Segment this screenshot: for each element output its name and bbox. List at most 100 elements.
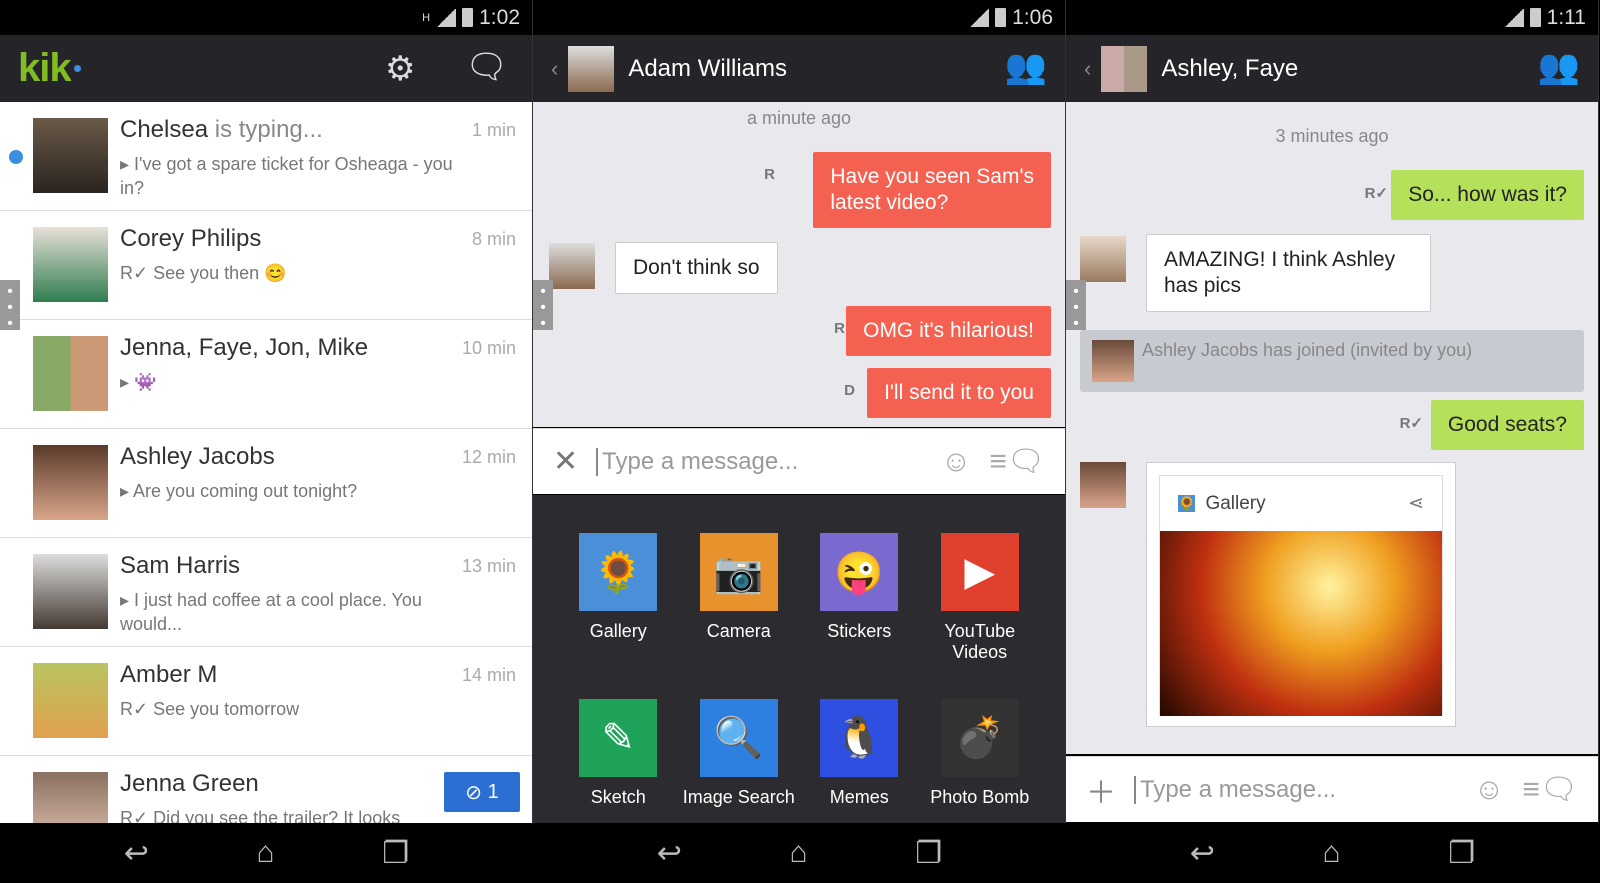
list-item[interactable]: Ashley Jacobs 12 min ▸ Are you coming out … (0, 429, 532, 538)
preview: I just had coffee at a cool place. You w… (120, 590, 422, 634)
time: 12 min (461, 447, 516, 467)
timestamp: 3 minutes ago (1275, 126, 1389, 146)
app-gallery[interactable]: 🌻 Gallery (558, 533, 679, 679)
message-bubble-incoming: AMAZING! I think Ashley has pics (1146, 234, 1431, 312)
message-input[interactable]: Type a message... (596, 447, 923, 476)
read-receipt-icon: R✓ (1399, 415, 1423, 432)
avatar (1080, 236, 1126, 282)
avatar (33, 445, 108, 520)
avatar (33, 118, 108, 193)
list-item[interactable]: Sam Harris 13 min ▸ I just had coffee at a… (0, 538, 532, 647)
back-chevron-icon[interactable]: ‹ (1084, 56, 1091, 82)
recents-icon[interactable]: ❐ (382, 836, 409, 871)
list-item[interactable]: Chelsea is typing... 1 min ▸ I've got a sp… (0, 102, 532, 211)
magnifier-icon: 🔍 (699, 698, 778, 777)
preview: See you tomorrow (153, 699, 300, 719)
message-bubble-outgoing: So... how was it? (1391, 170, 1584, 220)
list-item[interactable]: Corey Philips 8 min R✓ See you then 😊 (0, 211, 532, 320)
sunflower-icon: 🌻 (1178, 495, 1196, 512)
camera-icon: 📷 (699, 533, 778, 611)
chat-screen-adam: 1:06 ‹ Adam Williams 👥 a minute ago R Ha… (533, 0, 1066, 823)
logo-dot (73, 65, 81, 72)
chat-header: ‹ Ashley, Faye 👥 (1066, 35, 1598, 102)
pencil-icon: ✎ (579, 698, 658, 777)
gear-icon[interactable]: ⚙ (385, 49, 415, 89)
message-bubble-incoming: Don't think so (615, 242, 778, 294)
unread-badge[interactable]: ⊘ 1 (444, 772, 520, 812)
sticker-preview: 👾 (134, 372, 157, 392)
signal-icon (969, 8, 990, 27)
time: 10 min (461, 338, 516, 358)
read-receipt-icon: R (834, 320, 845, 337)
back-icon[interactable]: ↩ (657, 836, 682, 871)
media-tray-icon[interactable]: ≡🗨 (989, 444, 1045, 479)
app-image-search[interactable]: 🔍 Image Search (679, 698, 800, 824)
emoji-icon[interactable]: ☺ (1474, 773, 1505, 807)
drawer-handle[interactable]: • • • (0, 280, 20, 332)
drawer-handle[interactable]: • • • (1066, 280, 1086, 332)
preview: Are you coming out tonight? (133, 481, 358, 501)
network-type: H (422, 11, 431, 24)
contacts-icon[interactable]: 👥 (1538, 47, 1580, 87)
battery-icon (462, 8, 474, 27)
preview: See you then 😊 (153, 263, 287, 283)
list-item[interactable]: Jenna, Faye, Jon, Mike 10 min ▸ 👾 (0, 320, 532, 429)
message-input[interactable]: Type a message... (1134, 775, 1456, 804)
unread-dot (9, 150, 23, 164)
home-icon[interactable]: ⌂ (1323, 836, 1341, 870)
time: 13 min (461, 556, 516, 576)
recents-icon[interactable]: ❐ (915, 836, 942, 871)
typing-indicator: is typing... (214, 116, 323, 143)
read-receipt-icon: R (764, 166, 775, 183)
message-composer: ＋ Type a message... ☺ ≡🗨 (1066, 756, 1598, 822)
concert-photo[interactable] (1160, 531, 1442, 716)
app-sketch[interactable]: ✎ Sketch (558, 698, 679, 824)
new-chat-icon[interactable]: 🗨 (465, 47, 508, 87)
list-item[interactable]: Amber M 14 min R✓ See you tomorrow (0, 647, 532, 756)
back-chevron-icon[interactable]: ‹ (551, 56, 558, 82)
avatar (33, 663, 108, 738)
conversation-list: Chelsea is typing... 1 min ▸ I've got a sp… (0, 102, 532, 823)
media-tray-icon[interactable]: ≡🗨 (1522, 772, 1578, 807)
clock: 1:06 (1012, 5, 1053, 29)
clock: 1:02 (479, 5, 520, 29)
app-photo-bomb[interactable]: 💣 Photo Bomb (920, 698, 1041, 824)
conversation-list-screen: H 1:02 kik ⚙ 🗨 Chelsea is typing... 1 min ▸… (0, 0, 533, 823)
app-header: kik ⚙ 🗨 (0, 35, 532, 102)
time: 1 min (471, 120, 516, 140)
badge-count: 1 (487, 780, 499, 803)
share-icon[interactable]: ⋖ (1408, 492, 1424, 515)
read-receipt-icon: R✓ (1364, 185, 1388, 202)
status-bar: 1:06 (533, 0, 1065, 35)
avatar[interactable] (568, 45, 615, 92)
contact-name: Corey Philips (120, 225, 262, 252)
recents-icon[interactable]: ❐ (1448, 836, 1475, 871)
list-item[interactable]: Jenna Green ⊘ 1 R✓ Did you see the trailer… (0, 756, 532, 823)
message-area: 3 minutes ago R✓ So... how was it? AMAZI… (1066, 102, 1598, 754)
timestamp: a minute ago (746, 108, 852, 128)
group-avatar[interactable] (1101, 45, 1148, 92)
drawer-handle[interactable]: • • • (533, 280, 553, 332)
app-memes[interactable]: 🐧 Memes (799, 698, 920, 824)
status-bar: 1:11 (1066, 0, 1598, 35)
contact-name: Chelsea (120, 116, 209, 143)
message-bubble-outgoing: Have you seen Sam's latest video? (813, 152, 1051, 228)
signal-icon (1503, 8, 1524, 27)
contacts-icon[interactable]: 👥 (1005, 47, 1047, 87)
penguin-icon: 🐧 (820, 698, 899, 777)
back-icon[interactable]: ↩ (1190, 836, 1215, 871)
app-youtube[interactable]: ▶ YouTube Videos (920, 533, 1041, 679)
home-icon[interactable]: ⌂ (790, 836, 808, 870)
time: 14 min (461, 665, 516, 685)
avatar (1080, 462, 1126, 508)
back-icon[interactable]: ↩ (124, 836, 149, 871)
app-stickers[interactable]: 😜 Stickers (799, 533, 920, 679)
close-icon[interactable]: ✕ (553, 444, 578, 479)
content-card[interactable]: 🌻 Gallery ⋖ (1146, 462, 1456, 727)
message-bubble-outgoing: OMG it's hilarious! (846, 306, 1051, 356)
avatar (33, 772, 108, 823)
home-icon[interactable]: ⌂ (257, 836, 275, 870)
plus-icon[interactable]: ＋ (1086, 768, 1116, 812)
app-camera[interactable]: 📷 Camera (679, 533, 800, 679)
emoji-icon[interactable]: ☺ (941, 445, 972, 479)
